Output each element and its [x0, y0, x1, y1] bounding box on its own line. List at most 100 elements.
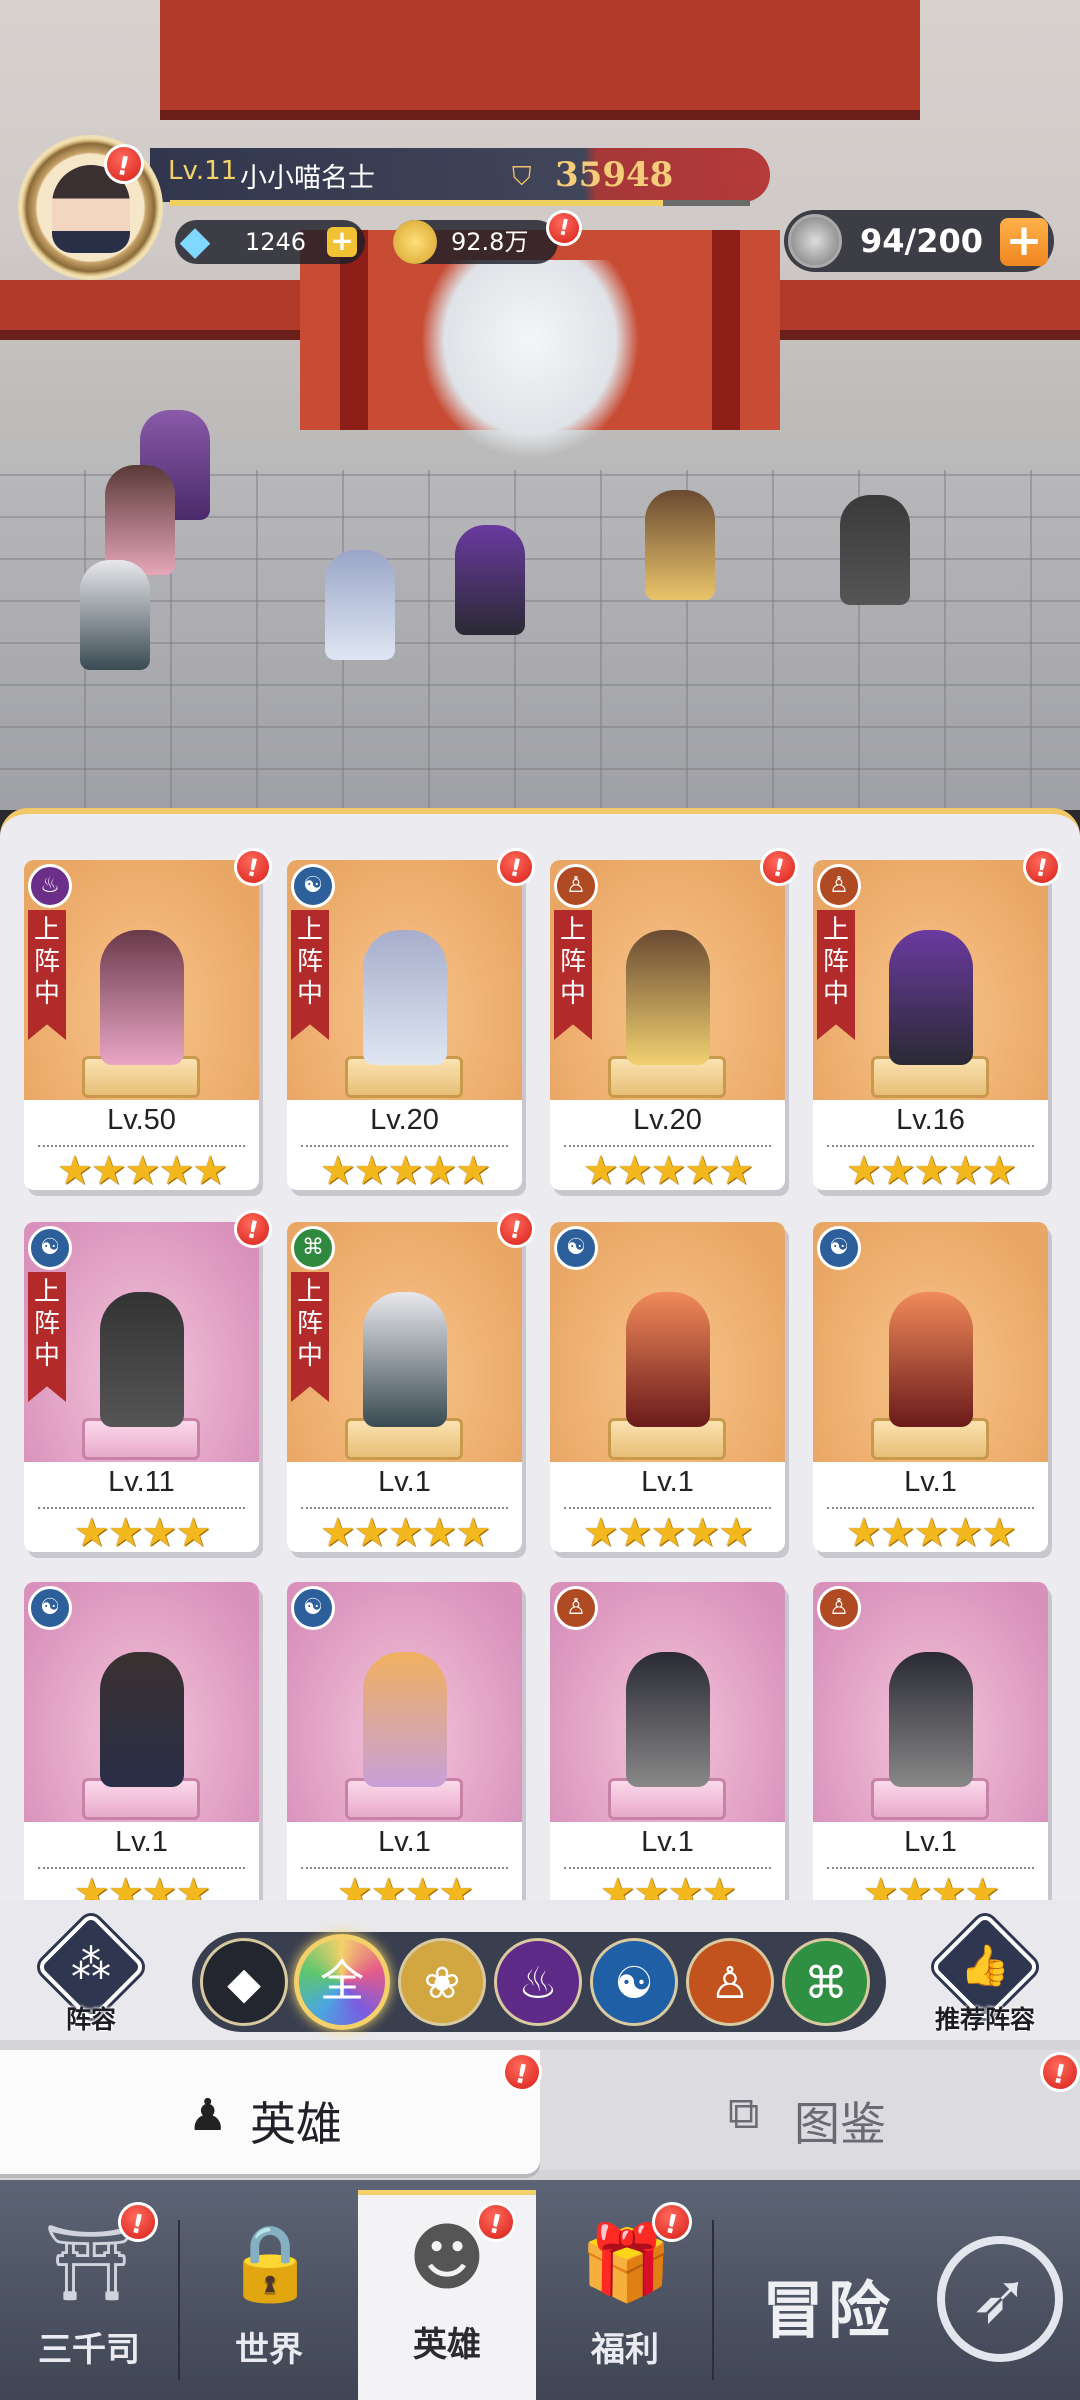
hero-stars: ★★★★★	[319, 1510, 491, 1552]
divider	[564, 1867, 771, 1869]
gold-coin-icon	[393, 220, 437, 264]
hero-roster-panel[interactable]: ♨ 上阵中 Lv.50 ★★★★★! ☯ 上阵中 Lv.20 ★★★★★! ♙ 上阵中 Lv.20 ★…	[0, 808, 1080, 1900]
hero-card[interactable]: ☯ Lv.1 ★★★★	[24, 1582, 259, 1900]
water-faction-icon: ☯	[291, 1586, 335, 1630]
body-filter-icon[interactable]: ♙	[686, 1938, 774, 2026]
hero-card[interactable]: ☯ 上阵中 Lv.11 ★★★★	[24, 1222, 259, 1552]
hero-card[interactable]: ⌘ 上阵中 Lv.1 ★★★★★	[287, 1222, 522, 1552]
recommend-formation-button[interactable]: 👍 推荐阵容	[929, 1911, 1041, 2034]
tab-atlas[interactable]: ⧉ 图鉴	[540, 2050, 1080, 2170]
hero-card[interactable]: ♙ 上阵中 Lv.20 ★★★★★	[550, 860, 785, 1190]
divider	[564, 1145, 771, 1147]
temple-pillar	[712, 230, 740, 430]
hero-card[interactable]: ☯ Lv.1 ★★★★	[287, 1582, 522, 1900]
hero-level: Lv.1	[641, 1466, 694, 1498]
deployed-ribbon: 上阵中	[291, 1272, 329, 1402]
body-faction-icon: ♙	[817, 864, 861, 908]
water-faction-icon: ☯	[291, 864, 335, 908]
gold-value: 92.8万	[451, 228, 529, 256]
diamond-icon: ◆	[179, 218, 211, 264]
hero-card[interactable]: ♙ Lv.1 ★★★★	[813, 1582, 1048, 1900]
divider	[38, 1145, 245, 1147]
hero-portrait	[626, 1292, 710, 1427]
fire-filter-icon[interactable]: ♨	[494, 1938, 582, 2026]
body-faction-icon: ♙	[817, 1586, 861, 1630]
player-name: 小小喵名士	[240, 163, 375, 194]
hero-level: Lv.1	[115, 1826, 168, 1858]
hero-card[interactable]: ☯ Lv.1 ★★★★★	[813, 1222, 1048, 1552]
hero-card[interactable]: ☯ Lv.1 ★★★★★	[550, 1222, 785, 1552]
power-icon: ⛉	[512, 162, 532, 192]
hero-portrait	[889, 930, 973, 1065]
hero-sprite	[80, 560, 150, 670]
hero-portrait	[100, 1292, 184, 1427]
level-progress-fill	[170, 200, 663, 206]
hero-sprite	[105, 465, 175, 575]
hero-card[interactable]: ♙ Lv.1 ★★★★	[550, 1582, 785, 1900]
bottom-nav: ⛩ 三千司 🔒 世界 ☻ 英雄 🎁 福利 冒险 ➶ ! ! !	[0, 2180, 1080, 2400]
hero-stars: ★★★★	[73, 1870, 211, 1900]
water-faction-icon: ☯	[554, 1226, 598, 1270]
compass-icon: ➶	[937, 2236, 1063, 2362]
add-gems-button[interactable]: +	[327, 227, 357, 257]
divider	[301, 1507, 508, 1509]
hero-portrait	[100, 1652, 184, 1787]
hero-stars: ★★★★★	[582, 1510, 754, 1552]
lotus-filter-icon[interactable]: ❀	[398, 1938, 486, 2026]
hero-stars: ★★★★★	[845, 1510, 1017, 1552]
body-faction-icon: ♙	[554, 864, 598, 908]
level-progress-bar	[170, 200, 750, 206]
nav-adventure[interactable]: 冒险 ➶	[712, 2200, 1080, 2400]
recommend-label: 推荐阵容	[934, 2005, 1035, 2034]
tab-heroes[interactable]: ♟ 英雄	[0, 2050, 540, 2174]
hero-portrait	[363, 1652, 447, 1787]
temple-roof	[160, 0, 920, 120]
hero-card[interactable]: ♨ 上阵中 Lv.50 ★★★★★	[24, 860, 259, 1190]
diamond-filter-icon[interactable]: ◆	[200, 1938, 288, 2026]
hero-sprite	[840, 495, 910, 605]
hero-stars: ★★★★	[599, 1870, 737, 1900]
hero-card[interactable]: ☯ 上阵中 Lv.20 ★★★★★	[287, 860, 522, 1190]
hero-level: Lv.1	[378, 1826, 431, 1858]
hero-stars: ★★★★★	[56, 1148, 228, 1190]
hero-stars: ★★★★	[336, 1870, 474, 1900]
tab-heroes-label: 英雄	[250, 2097, 342, 2151]
all-filter-button[interactable]: 全	[294, 1934, 390, 2030]
divider	[301, 1867, 508, 1869]
dna-filter-icon[interactable]: ⌘	[782, 1938, 870, 2026]
nav-world[interactable]: 🔒 世界	[180, 2200, 358, 2400]
hero-level: Lv.16	[896, 1104, 965, 1136]
deployed-ribbon: 上阵中	[28, 910, 66, 1040]
nav-adventure-label: 冒险	[762, 2274, 895, 2347]
deployed-ribbon: 上阵中	[28, 1272, 66, 1402]
thumbs-up-icon: 👍	[960, 1943, 1010, 1989]
hero-portrait	[100, 930, 184, 1065]
hero-level: Lv.1	[904, 1466, 957, 1498]
tab-atlas-label: 图鉴	[794, 2097, 886, 2151]
deployed-ribbon: 上阵中	[554, 910, 592, 1040]
nav-world-label: 世界	[235, 2330, 303, 2370]
add-stamina-button[interactable]: +	[1000, 218, 1048, 266]
divider	[827, 1145, 1034, 1147]
hero-tab-icon: ♟	[188, 2090, 228, 2141]
hero-level: Lv.20	[633, 1104, 702, 1136]
formation-label: 阵容	[65, 2005, 116, 2034]
hero-portrait	[889, 1652, 973, 1787]
divider	[827, 1507, 1034, 1509]
divider	[564, 1507, 771, 1509]
filter-bar: ⁂ 阵容 ◆ 全 ❀ ♨ ☯ ♙ ⌘ 👍 推荐阵容	[0, 1900, 1080, 2040]
gem-counter: ◆ 1246 +	[175, 218, 365, 264]
gold-counter: 92.8万	[393, 220, 558, 264]
stamina-value: 94/200	[860, 222, 984, 260]
hero-stars: ★★★★★	[319, 1148, 491, 1190]
water-filter-icon[interactable]: ☯	[590, 1938, 678, 2026]
nav-heroes-label: 英雄	[413, 2325, 481, 2365]
deployed-ribbon: 上阵中	[291, 910, 329, 1040]
stamina-counter: 94/200 +	[784, 210, 1054, 272]
player-level: Lv.11	[168, 156, 238, 186]
divider	[38, 1867, 245, 1869]
formation-button[interactable]: ⁂ 阵容	[35, 1911, 147, 2034]
hero-level: Lv.1	[904, 1826, 957, 1858]
temple-roof-right	[780, 280, 1080, 340]
hero-card[interactable]: ♙ 上阵中 Lv.16 ★★★★★	[813, 860, 1048, 1190]
